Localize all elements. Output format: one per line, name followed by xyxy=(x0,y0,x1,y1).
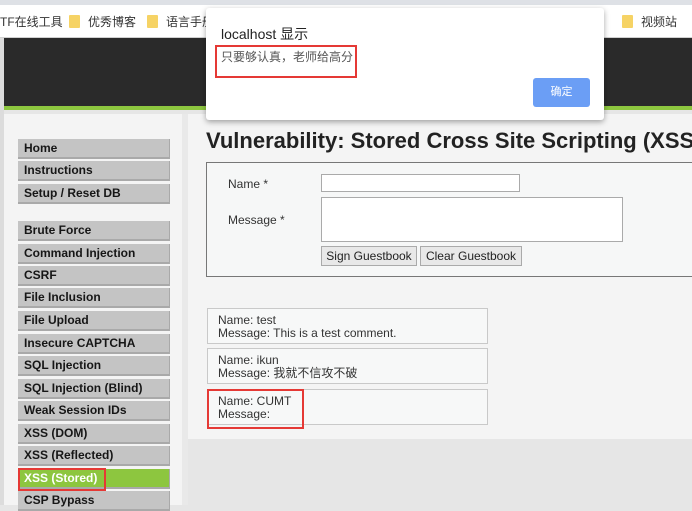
sidebar-item-weak-session-ids[interactable]: Weak Session IDs xyxy=(18,401,170,421)
entry-message: Message: 我就不信攻不破 xyxy=(218,366,358,380)
highlight-box xyxy=(215,45,357,78)
guestbook-entry: Name: test Message: This is a test comme… xyxy=(207,308,488,344)
dialog-ok-button[interactable]: 确定 xyxy=(533,78,590,107)
sidebar-item-file-inclusion[interactable]: File Inclusion xyxy=(18,288,170,308)
sidebar-item-brute-force[interactable]: Brute Force xyxy=(18,221,170,241)
guestbook-entry: Name: ikun Message: 我就不信攻不破 xyxy=(207,348,488,384)
name-input[interactable] xyxy=(321,174,520,192)
sign-guestbook-button[interactable]: Sign Guestbook xyxy=(321,246,417,266)
clear-guestbook-button[interactable]: Clear Guestbook xyxy=(420,246,522,266)
entry-message: Message: This is a test comment. xyxy=(218,326,397,340)
sidebar-item-home[interactable]: Home xyxy=(18,139,170,159)
sidebar-item-xss-reflected[interactable]: XSS (Reflected) xyxy=(18,446,170,466)
folder-icon xyxy=(147,15,158,28)
message-textarea[interactable] xyxy=(321,197,623,242)
bookmark-folder[interactable]: 语言手册 xyxy=(147,5,214,38)
folder-icon xyxy=(69,15,80,28)
bookmark-label: TF在线工具 xyxy=(0,15,63,29)
sidebar-item-setup[interactable]: Setup / Reset DB xyxy=(18,184,170,204)
bookmark-label: 优秀博客 xyxy=(88,15,137,29)
folder-icon xyxy=(622,15,633,28)
bookmark-folder[interactable]: 视频站 xyxy=(622,5,677,38)
page-footer-area xyxy=(188,439,692,505)
sidebar-item-xss-dom[interactable]: XSS (DOM) xyxy=(18,424,170,444)
name-label: Name * xyxy=(228,177,269,191)
sidebar-item-csp-bypass[interactable]: CSP Bypass xyxy=(18,491,170,511)
dialog-title: localhost 显示 xyxy=(221,26,309,42)
bookmark-label: 视频站 xyxy=(641,15,678,29)
page-title: Vulnerability: Stored Cross Site Scripti… xyxy=(206,128,692,153)
sidebar-item-sql-injection[interactable]: SQL Injection xyxy=(18,356,170,376)
bookmark-folder[interactable]: 优秀博客 xyxy=(69,5,136,38)
sidebar-item-instructions[interactable]: Instructions xyxy=(18,161,170,181)
sidebar-item-file-upload[interactable]: File Upload xyxy=(18,311,170,331)
highlight-box xyxy=(18,468,106,491)
highlight-box xyxy=(207,389,304,429)
sidebar-item-sql-injection-blind[interactable]: SQL Injection (Blind) xyxy=(18,379,170,399)
sidebar-item-insecure-captcha[interactable]: Insecure CAPTCHA xyxy=(18,334,170,354)
sidebar-item-command-injection[interactable]: Command Injection xyxy=(18,244,170,264)
sidebar-item-csrf[interactable]: CSRF xyxy=(18,266,170,286)
message-label: Message * xyxy=(228,213,285,227)
bookmark-item[interactable]: TF在线工具 xyxy=(0,5,63,38)
